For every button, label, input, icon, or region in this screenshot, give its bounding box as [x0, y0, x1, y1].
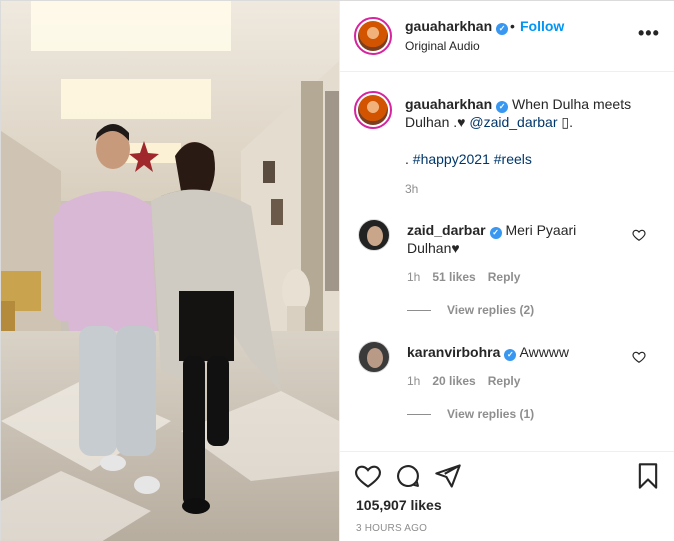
- view-replies-label: View replies (1): [447, 407, 535, 421]
- post-details-panel: gauaharkhan ✓ • Follow Original Audio •••…: [339, 1, 674, 541]
- comment-icon[interactable]: [394, 462, 422, 490]
- caption-hashtags: . #happy2021 #reels: [405, 151, 532, 167]
- commenter-username[interactable]: zaid_darbar ✓: [407, 222, 502, 239]
- hashtag-reels[interactable]: #reels: [494, 151, 532, 167]
- hashtag-happy2021[interactable]: #happy2021: [413, 151, 490, 167]
- follow-button[interactable]: Follow: [520, 18, 564, 34]
- heart-emoji: ♥: [457, 114, 466, 130]
- verified-badge-icon: ✓: [496, 101, 509, 113]
- comment-time: 1h: [407, 270, 421, 284]
- commenter-avatar[interactable]: [358, 341, 390, 373]
- comment-meta: 1h 20 likes Reply: [407, 374, 532, 388]
- post-actions-bar: 105,907 likes 3 HOURS AGO: [340, 451, 674, 541]
- commenter-username[interactable]: karanvirbohra ✓: [407, 344, 517, 361]
- comment-like-heart-icon[interactable]: [632, 228, 646, 242]
- video-frame-illustration: [1, 1, 339, 541]
- caption-time: 3h: [405, 182, 419, 196]
- comment-likes[interactable]: 20 likes: [432, 374, 475, 388]
- caption-username[interactable]: gauaharkhan ✓: [405, 96, 509, 113]
- comments-list[interactable]: gauaharkhan ✓ When Dulha meets Dulhan .♥ …: [340, 73, 674, 451]
- replies-divider: [407, 310, 431, 312]
- post-header: gauaharkhan ✓ • Follow Original Audio •••: [340, 1, 674, 72]
- reply-button[interactable]: Reply: [488, 270, 521, 284]
- verified-badge-icon: ✓: [496, 23, 509, 35]
- view-replies-button[interactable]: View replies (1): [407, 407, 534, 421]
- commenter-avatar[interactable]: [358, 219, 390, 251]
- view-replies-button[interactable]: View replies (2): [407, 303, 534, 317]
- caption-suffix: ▯.: [557, 114, 573, 130]
- header-separator: •: [510, 18, 515, 34]
- post-timestamp: 3 HOURS AGO: [356, 523, 428, 534]
- verified-badge-icon: ✓: [489, 227, 502, 239]
- caption-text: gauaharkhan ✓ When Dulha meets Dulhan .♥ …: [405, 95, 660, 131]
- reel-video[interactable]: [1, 1, 339, 541]
- view-replies-label: View replies (2): [447, 303, 535, 317]
- comment-time: 1h: [407, 374, 421, 388]
- author-username[interactable]: gauaharkhan ✓: [405, 18, 509, 35]
- comment-like-heart-icon[interactable]: [632, 350, 646, 364]
- heart-icon[interactable]: [354, 462, 382, 490]
- audio-label[interactable]: Original Audio: [405, 39, 480, 53]
- likes-count[interactable]: 105,907 likes: [356, 497, 442, 513]
- caption-author-avatar[interactable]: [354, 91, 392, 129]
- verified-badge-icon: ✓: [504, 349, 517, 361]
- comment-meta: 1h 51 likes Reply: [407, 270, 532, 284]
- comment-likes[interactable]: 51 likes: [432, 270, 475, 284]
- comment-body: Awwww: [519, 344, 570, 360]
- post-modal: gauaharkhan ✓ • Follow Original Audio •••…: [0, 0, 674, 541]
- caption-mention[interactable]: @zaid_darbar: [469, 114, 557, 130]
- share-icon[interactable]: [434, 462, 462, 490]
- more-options-icon[interactable]: •••: [638, 23, 660, 44]
- author-avatar[interactable]: [354, 17, 392, 55]
- tags-prefix: .: [405, 151, 413, 167]
- comment-text: zaid_darbar ✓ Meri Pyaari Dulhan♥: [407, 221, 627, 257]
- comment-text: karanvirbohra ✓ Awwww: [407, 343, 627, 361]
- bookmark-icon[interactable]: [634, 462, 662, 490]
- replies-divider: [407, 414, 431, 416]
- reply-button[interactable]: Reply: [488, 374, 521, 388]
